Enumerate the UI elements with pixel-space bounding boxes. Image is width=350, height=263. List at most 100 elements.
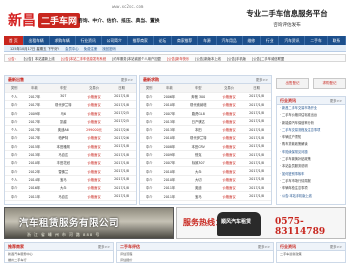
news-item[interactable]: · 新能源汽车保值率分析 [277, 120, 345, 127]
news-item[interactable]: · 购车贷款政策解读 [277, 141, 345, 148]
news-item[interactable]: · 车辆年检注意事项 [277, 185, 345, 192]
news-item[interactable]: · 新昌二手车交易市场开业 [277, 105, 345, 112]
table-row[interactable]: 中介 2008年 本田CRV 价格面议 2017/1/8 [140, 142, 271, 151]
table-cell[interactable]: 凯越 [45, 117, 81, 127]
table-cell[interactable]: 宝马 [45, 175, 81, 185]
table-row[interactable]: 中介 2011年 奥迪 价格面议 2017/1/8 [140, 183, 271, 193]
table-row[interactable]: 中介 2009年 别克 价格面议 2017/1/8 [140, 150, 271, 160]
nav-item[interactable]: 二手车 [305, 36, 328, 45]
rental-company-banner[interactable]: 汽车租赁服务有限公司 浙 江 省 嵊 州 市 河 路 888 号 [4, 207, 174, 239]
table-cell[interactable]: 大众 [180, 166, 216, 176]
notice-item[interactable]: [公告]新年快乐 [167, 56, 189, 61]
news-item[interactable]: · 二手车交易流程及注意事项 [277, 127, 345, 134]
table-cell[interactable]: 丰田花冠 [45, 158, 81, 168]
more-link[interactable]: 更多>> [256, 77, 268, 82]
nav-item[interactable]: 联系 [328, 36, 347, 45]
notice-item[interactable]: 【公告】本站重新上线 [22, 56, 55, 61]
table-cell[interactable]: 马自达 [45, 191, 81, 201]
table-row[interactable]: 个人 2014年 宝马 价格面议 2017/1/8 [5, 175, 136, 185]
nav-item[interactable]: 出租车辆 [24, 36, 50, 45]
nav-item[interactable]: 汽车用品 [217, 36, 243, 45]
nav-item[interactable]: 推荐商家 [128, 36, 154, 45]
table-cell[interactable]: 现代伊兰特 [180, 133, 216, 143]
table-cell[interactable]: 大切 [180, 175, 216, 185]
table-row[interactable]: 中介 2016年 大众 价格面议 2017/1/8 [5, 183, 136, 193]
table-cell[interactable]: 马6 [45, 108, 81, 118]
table-cell[interactable]: 奥迪 [180, 183, 216, 193]
table-row[interactable]: 中介 2007年 路虎GL8 价格面议 2017/1/8 [140, 108, 271, 118]
nav-item[interactable]: 商家推荐 [172, 36, 199, 45]
table-row[interactable]: 中介 2010年 大众 价格面议 2017/1/8 [140, 166, 271, 176]
table-cell[interactable]: 本田CRV [180, 142, 216, 151]
table-row[interactable]: 中介 2015年 本田雅阁 价格面议 2017/1/8 [5, 142, 136, 151]
table-row[interactable]: 中介 2010年 现代索纳塔 价格面议 2017/1/8 [140, 100, 271, 110]
news-item[interactable]: · 二手车置换补贴政策 [277, 156, 345, 163]
news-item[interactable]: · 车险续保常见问题 [277, 149, 345, 156]
list-item[interactable]: 嵊州二手车行 [5, 257, 113, 263]
table-cell[interactable]: 现代索纳塔 [180, 100, 216, 110]
nav-item[interactable]: 维修 [243, 36, 262, 45]
table-row[interactable]: 中介 2017年 帕萨特 价格面议 2017/2/6 [5, 133, 136, 143]
table-cell[interactable]: 马自达 [45, 150, 81, 160]
table-row[interactable]: 中介 2017年 凯越 价格面议 2017/2/5 [5, 117, 136, 127]
hotline-banner[interactable]: 服务热线： 顺风汽车租赁 0575-83114789 [176, 207, 346, 239]
news-item[interactable]: · 车辆过户须知 [277, 134, 345, 141]
table-row[interactable]: 中介 2006年 奔驰 300 价格面议 2017/1/8 [140, 92, 271, 102]
table-cell[interactable]: 大众 [45, 183, 81, 193]
table-cell[interactable]: 日产骐达 [180, 117, 216, 127]
nav-item[interactable]: 求购车辆 [50, 36, 76, 45]
table-cell[interactable]: 别克 [180, 150, 216, 160]
news-item[interactable]: · 公告:本站手机版上线 [277, 193, 345, 200]
nav-item[interactable]: 首 页 [4, 36, 24, 45]
nav-item[interactable]: 汽车资讯 [279, 36, 306, 45]
nav-item[interactable]: 公司简介 [102, 36, 128, 45]
more-link[interactable]: 更多>> [121, 77, 133, 82]
table-cell[interactable]: 307 [45, 92, 81, 102]
table-row[interactable]: 中介 2017年 现代伊兰特 价格面议 2017/1/8 [5, 100, 136, 110]
sell-register-button[interactable]: 出售登记 [276, 78, 309, 89]
news-item[interactable]: · 二手车价格评估标准出台 [277, 112, 345, 119]
table-row[interactable]: 个人 2017年 奥迪A6 299000元 2017/2/6 [5, 125, 136, 135]
table-row[interactable]: 中介 2009年 马6 价格面议 2017/2/5 [5, 108, 136, 118]
table-row[interactable]: 中介 2013年 马自达 价格面议 2017/1/8 [5, 150, 136, 160]
site-url[interactable]: www.xc2sc.com [112, 4, 143, 9]
more-link[interactable]: 更多>> [98, 244, 110, 249]
site-logo[interactable]: www.xc2sc.com 新昌 二手车网 咨询、中介、估价、抵压、典当、置换 [4, 4, 160, 32]
more-link[interactable]: 更多>> [330, 98, 342, 103]
more-link[interactable]: 更多>> [258, 244, 270, 249]
nav-item[interactable]: 行业 [261, 36, 280, 45]
list-item[interactable]: 二手车最新政策 [277, 251, 345, 257]
news-item[interactable]: · 如何鉴别事故车 [277, 171, 345, 178]
news-item[interactable]: · 本站会员服务说明 [277, 163, 345, 170]
table-row[interactable]: 中介 2011年 马自达 价格面议 2017/1/8 [5, 191, 136, 201]
table-row[interactable]: 中介 2012年 雪佛兰 价格面议 2017/1/8 [5, 166, 136, 176]
table-cell[interactable]: 标致307 [180, 158, 216, 168]
table-row[interactable]: 中介 2011年 宝马 价格面议 2017/1/8 [140, 191, 271, 201]
table-row[interactable]: 中介 2013年 日产骐达 价格面议 2017/1/8 [140, 117, 271, 127]
table-row[interactable]: 中介 2013年 本田 价格面议 2017/1/8 [140, 125, 271, 135]
table-cell[interactable]: 雪佛兰 [45, 166, 81, 176]
member-center-link[interactable]: 会员中心 [65, 46, 79, 51]
table-cell[interactable]: 帕萨特 [45, 133, 81, 143]
nav-item[interactable]: 论坛 [154, 36, 173, 45]
news-item[interactable]: · 二手车市场行情周报 [277, 178, 345, 185]
table-cell[interactable]: 路虎GL8 [180, 108, 216, 118]
nav-item[interactable]: 行业资讯 [76, 36, 102, 45]
forgot-password-link[interactable]: 找回密码 [102, 46, 116, 51]
nav-item[interactable]: 车源 [198, 36, 217, 45]
table-row[interactable]: 中介 2007年 标致307 价格面议 2017/1/8 [140, 158, 271, 168]
table-cell[interactable]: 本田雅阁 [45, 142, 81, 151]
table-cell[interactable]: 现代伊兰特 [45, 100, 81, 110]
notice-item[interactable]: [公告]新版本上线 [195, 56, 221, 61]
table-cell[interactable]: 奥迪A6 [45, 125, 81, 135]
list-item[interactable]: 评估报价 [117, 257, 273, 263]
more-link[interactable]: 更多>> [330, 244, 342, 249]
notice-item[interactable]: [公告]本站二手车信息发布系统 [61, 56, 106, 61]
notice-item[interactable]: [约车服务]本站诚邀个人用户加盟 [112, 56, 161, 61]
notice-item[interactable]: [公告]二手车诚信联盟 [252, 56, 284, 61]
table-row[interactable]: 中介 2010年 现代伊兰特 价格面议 2017/1/8 [140, 133, 271, 143]
notice-item[interactable]: [公告]手机版 [227, 56, 246, 61]
table-cell[interactable]: 奔驰 300 [180, 92, 216, 102]
register-link[interactable]: 免费注册 [84, 46, 98, 51]
table-row[interactable]: 中介 2010年 丰田花冠 价格面议 2017/1/8 [5, 158, 136, 168]
